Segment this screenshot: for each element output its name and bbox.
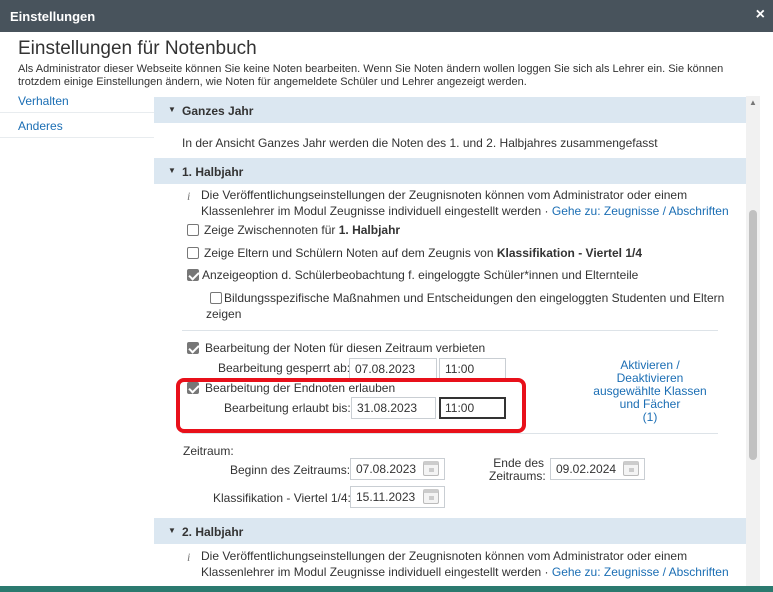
opt4-line-1: Bildungsspezifische Maßnahmen und Entsch… <box>224 291 725 305</box>
student-observation-label: Anzeigeoption d. Schülerbeobachtung f. e… <box>202 268 639 282</box>
sidebar-item-anderes[interactable]: Anderes <box>0 113 154 138</box>
page-title: Einstellungen für Notenbuch <box>18 38 257 59</box>
zeugnisse-link[interactable]: Gehe zu: Zeugnisse / Abschriften <box>552 204 729 218</box>
close-icon[interactable]: × <box>756 6 765 24</box>
halbjahr2-info: Die Veröffentlichungseinstellungen der Z… <box>201 548 741 580</box>
opt2-text: Zeige Eltern und Schülern Noten auf dem … <box>204 246 497 260</box>
settings-dialog: Einstellungen × Einstellungen für Notenb… <box>0 0 773 592</box>
classification-date-value: 15.11.2023 <box>356 490 416 504</box>
toggle-link-line-2: Deaktivieren <box>616 371 684 385</box>
section-header-halbjahr-1[interactable]: ▼ 1. Halbjahr <box>154 158 746 184</box>
opt4-line-2: zeigen <box>206 307 242 321</box>
section-label: Ganzes Jahr <box>182 104 254 118</box>
show-report-grades-label: Zeige Eltern und Schülern Noten auf dem … <box>204 245 642 261</box>
allowed-until-label: Bearbeitung erlaubt bis: <box>224 401 351 415</box>
toggle-link-line-5: (1) <box>642 410 658 424</box>
info-icon: i <box>187 189 191 203</box>
classification-label: Klassifikation - Viertel 1/4: <box>213 491 351 505</box>
info-line-1: Die Veröffentlichungseinstellungen der Z… <box>201 549 688 563</box>
allowed-until-time-input[interactable]: 11:00 <box>439 397 506 419</box>
locked-on-label: Bearbeitung gesperrt ab: <box>218 361 351 375</box>
calendar-icon[interactable] <box>423 489 439 504</box>
show-report-grades-checkbox[interactable] <box>187 247 199 259</box>
opt1-text: Zeige Zwischennoten für <box>204 223 339 237</box>
divider <box>182 330 718 331</box>
info-line-2: Klassenlehrer im Modul Zeugnisse individ… <box>201 565 542 579</box>
lock-editing-checkbox[interactable] <box>187 342 199 354</box>
description-line-2: trotzdem einige Einstellungen ändern, wi… <box>18 76 527 88</box>
toggle-link-line-1: Aktivieren / <box>620 358 680 372</box>
lock-editing-label: Bearbeitung der Noten für diesen Zeitrau… <box>205 341 486 355</box>
ganzes-jahr-text: In der Ansicht Ganzes Jahr werden die No… <box>182 136 658 150</box>
page-description: Als Administrator dieser Webseite können… <box>18 63 758 89</box>
description-line-1: Als Administrator dieser Webseite können… <box>18 63 724 75</box>
section-header-halbjahr-2[interactable]: ▼ 2. Halbjahr <box>154 518 746 544</box>
scrollbar[interactable]: ▲ <box>746 96 760 592</box>
section-label: 2. Halbjahr <box>182 525 244 539</box>
scrollbar-thumb[interactable] <box>749 210 757 460</box>
section-label: 1. Halbjahr <box>182 165 244 179</box>
locked-on-time-input[interactable]: 11:00 <box>439 358 506 380</box>
start-label: Beginn des Zeitraums: <box>230 463 351 477</box>
end-label: Ende des Zeitraums: <box>489 456 546 483</box>
info-icon: i <box>187 550 191 564</box>
allowed-until-date-input[interactable]: 31.08.2023 <box>351 397 436 419</box>
sidebar: Verhalten Anderes <box>0 88 154 592</box>
toggle-link-line-4: und Fächer <box>619 397 681 411</box>
activate-deactivate-link[interactable]: Aktivieren / Deaktivieren ausgewählte Kl… <box>590 359 710 424</box>
show-interim-grades-checkbox[interactable] <box>187 224 199 236</box>
opt1-bold: 1. Halbjahr <box>338 223 401 237</box>
start-date-value: 07.08.2023 <box>356 462 417 476</box>
end-label-line-1: Ende des <box>493 456 544 470</box>
locked-on-date-input[interactable]: 07.08.2023 <box>349 358 437 380</box>
period-label: Zeitraum: <box>183 444 234 458</box>
taskbar-strip <box>0 586 773 592</box>
info-separator: · <box>541 565 552 579</box>
zeugnisse-link[interactable]: Gehe zu: Zeugnisse / Abschriften <box>552 565 729 579</box>
student-observation-checkbox[interactable] <box>187 269 199 281</box>
dialog-titlebar: Einstellungen × <box>0 0 773 32</box>
page-header: Einstellungen für Notenbuch Als Administ… <box>18 38 758 89</box>
sidebar-item-verhalten[interactable]: Verhalten <box>0 88 154 113</box>
end-date-value: 09.02.2024 <box>556 462 617 476</box>
info-line-1: Die Veröffentlichungseinstellungen der Z… <box>201 188 688 202</box>
caret-down-icon: ▼ <box>168 166 176 175</box>
allow-final-grades-checkbox[interactable] <box>187 382 199 394</box>
caret-down-icon: ▼ <box>168 526 176 535</box>
allow-final-grades-label: Bearbeitung der Endnoten erlauben <box>205 381 396 395</box>
section-header-ganzes-jahr[interactable]: ▼ Ganzes Jahr <box>154 97 746 123</box>
calendar-icon[interactable] <box>423 461 439 476</box>
info-line-2: Klassenlehrer im Modul Zeugnisse individ… <box>201 204 542 218</box>
end-label-line-2: Zeitraums: <box>489 469 546 483</box>
dialog-title: Einstellungen <box>10 9 96 24</box>
toggle-link-line-3: ausgewählte Klassen <box>593 384 707 398</box>
halbjahr1-info: Die Veröffentlichungseinstellungen der Z… <box>201 187 741 219</box>
settings-content: ▼ Ganzes Jahr In der Ansicht Ganzes Jahr… <box>154 96 746 592</box>
calendar-icon[interactable] <box>623 461 639 476</box>
scroll-up-icon[interactable]: ▲ <box>749 98 757 107</box>
opt2-bold: Klassifikation - Viertel 1/4 <box>496 246 643 260</box>
divider <box>182 433 718 434</box>
info-separator: · <box>541 204 552 218</box>
educational-measures-label: Bildungsspezifische Maßnahmen und Entsch… <box>206 290 726 322</box>
show-interim-grades-label: Zeige Zwischennoten für 1. Halbjahr <box>204 222 400 238</box>
caret-down-icon: ▼ <box>168 105 176 114</box>
